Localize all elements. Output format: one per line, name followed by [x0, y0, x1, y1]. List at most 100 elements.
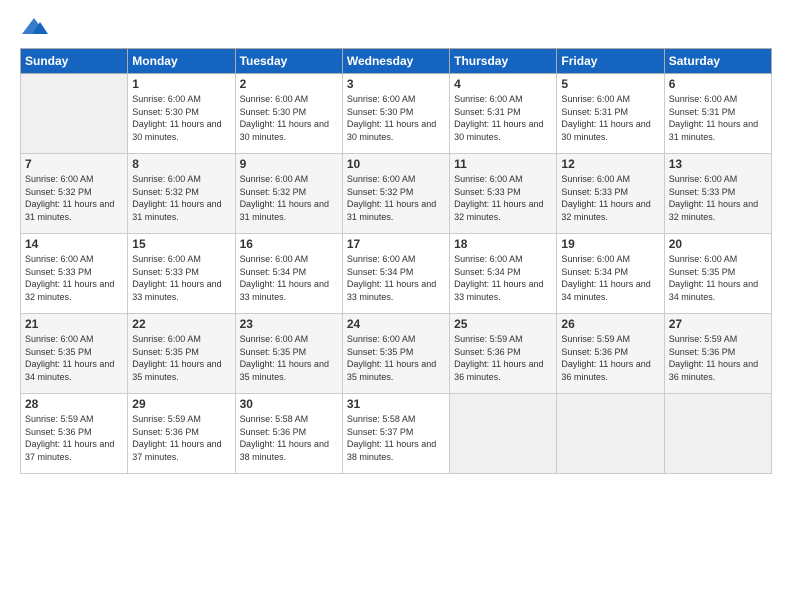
day-info: Sunrise: 5:59 AMSunset: 5:36 PMDaylight:…: [669, 333, 767, 383]
calendar-cell: 3Sunrise: 6:00 AMSunset: 5:30 PMDaylight…: [342, 74, 449, 154]
calendar-cell: 9 Sunrise: 6:00 AMSunset: 5:32 PMDaylight…: [235, 154, 342, 234]
weekday-header-friday: Friday: [557, 49, 664, 74]
day-info: Sunrise: 6:00 AMSunset: 5:31 PMDaylight:…: [561, 93, 659, 143]
calendar-cell: 27 Sunrise: 5:59 AMSunset: 5:36 PMDayligh…: [664, 314, 771, 394]
day-info: Sunrise: 5:59 AMSunset: 5:36 PMDaylight:…: [25, 413, 123, 463]
logo: [20, 16, 52, 38]
day-info: Sunrise: 6:00 AMSunset: 5:30 PMDaylight:…: [347, 93, 445, 143]
day-info: Sunrise: 6:00 AMSunset: 5:33 PMDaylight:…: [669, 173, 767, 223]
day-number: 6: [669, 77, 767, 91]
day-number: 4: [454, 77, 552, 91]
calendar-cell: 6 Sunrise: 6:00 AMSunset: 5:31 PMDaylight…: [664, 74, 771, 154]
day-info: Sunrise: 6:00 AMSunset: 5:31 PMDaylight:…: [669, 93, 767, 143]
calendar-cell: 23 Sunrise: 6:00 AMSunset: 5:35 PMDayligh…: [235, 314, 342, 394]
calendar-cell: 13 Sunrise: 6:00 AMSunset: 5:33 PMDayligh…: [664, 154, 771, 234]
day-info: Sunrise: 6:00 AMSunset: 5:33 PMDaylight:…: [132, 253, 230, 303]
day-info: Sunrise: 6:00 AMSunset: 5:33 PMDaylight:…: [25, 253, 123, 303]
day-number: 25: [454, 317, 552, 331]
day-number: 26: [561, 317, 659, 331]
calendar-cell: 26 Sunrise: 5:59 AMSunset: 5:36 PMDayligh…: [557, 314, 664, 394]
day-number: 31: [347, 397, 445, 411]
weekday-header-tuesday: Tuesday: [235, 49, 342, 74]
calendar-cell: 28Sunrise: 5:59 AMSunset: 5:36 PMDayligh…: [21, 394, 128, 474]
calendar-cell: 21Sunrise: 6:00 AMSunset: 5:35 PMDayligh…: [21, 314, 128, 394]
calendar-cell: [664, 394, 771, 474]
calendar-cell: 8 Sunrise: 6:00 AMSunset: 5:32 PMDaylight…: [128, 154, 235, 234]
day-number: 1: [132, 77, 230, 91]
calendar-cell: 7 Sunrise: 6:00 AMSunset: 5:32 PMDaylight…: [21, 154, 128, 234]
calendar-week-row: 14 Sunrise: 6:00 AMSunset: 5:33 PMDayligh…: [21, 234, 772, 314]
calendar-cell: 18Sunrise: 6:00 AMSunset: 5:34 PMDayligh…: [450, 234, 557, 314]
day-number: 18: [454, 237, 552, 251]
day-info: Sunrise: 6:00 AMSunset: 5:33 PMDaylight:…: [454, 173, 552, 223]
day-number: 15: [132, 237, 230, 251]
day-info: Sunrise: 6:00 AMSunset: 5:35 PMDaylight:…: [25, 333, 123, 383]
day-number: 19: [561, 237, 659, 251]
calendar-week-row: 21Sunrise: 6:00 AMSunset: 5:35 PMDayligh…: [21, 314, 772, 394]
calendar-table: SundayMondayTuesdayWednesdayThursdayFrid…: [20, 48, 772, 474]
day-number: 9: [240, 157, 338, 171]
calendar-cell: 10Sunrise: 6:00 AMSunset: 5:32 PMDayligh…: [342, 154, 449, 234]
calendar-cell: 24Sunrise: 6:00 AMSunset: 5:35 PMDayligh…: [342, 314, 449, 394]
weekday-header-monday: Monday: [128, 49, 235, 74]
logo-icon: [20, 16, 48, 38]
day-number: 8: [132, 157, 230, 171]
page: SundayMondayTuesdayWednesdayThursdayFrid…: [0, 0, 792, 484]
day-info: Sunrise: 5:58 AMSunset: 5:36 PMDaylight:…: [240, 413, 338, 463]
day-info: Sunrise: 6:00 AMSunset: 5:35 PMDaylight:…: [669, 253, 767, 303]
weekday-header-thursday: Thursday: [450, 49, 557, 74]
day-number: 14: [25, 237, 123, 251]
day-info: Sunrise: 6:00 AMSunset: 5:34 PMDaylight:…: [347, 253, 445, 303]
calendar-cell: [21, 74, 128, 154]
header: [20, 16, 772, 38]
calendar-week-row: 28Sunrise: 5:59 AMSunset: 5:36 PMDayligh…: [21, 394, 772, 474]
weekday-header-row: SundayMondayTuesdayWednesdayThursdayFrid…: [21, 49, 772, 74]
calendar-cell: 31 Sunrise: 5:58 AMSunset: 5:37 PMDayligh…: [342, 394, 449, 474]
day-info: Sunrise: 5:59 AMSunset: 5:36 PMDaylight:…: [561, 333, 659, 383]
weekday-header-sunday: Sunday: [21, 49, 128, 74]
day-number: 11: [454, 157, 552, 171]
day-number: 5: [561, 77, 659, 91]
day-info: Sunrise: 6:00 AMSunset: 5:32 PMDaylight:…: [347, 173, 445, 223]
day-info: Sunrise: 6:00 AMSunset: 5:31 PMDaylight:…: [454, 93, 552, 143]
day-info: Sunrise: 6:00 AMSunset: 5:34 PMDaylight:…: [561, 253, 659, 303]
day-info: Sunrise: 5:58 AMSunset: 5:37 PMDaylight:…: [347, 413, 445, 463]
calendar-cell: 30Sunrise: 5:58 AMSunset: 5:36 PMDayligh…: [235, 394, 342, 474]
day-number: 2: [240, 77, 338, 91]
calendar-cell: [557, 394, 664, 474]
calendar-cell: [450, 394, 557, 474]
day-number: 20: [669, 237, 767, 251]
calendar-cell: 2 Sunrise: 6:00 AMSunset: 5:30 PMDaylight…: [235, 74, 342, 154]
calendar-week-row: 1 Sunrise: 6:00 AMSunset: 5:30 PMDaylight…: [21, 74, 772, 154]
day-info: Sunrise: 6:00 AMSunset: 5:32 PMDaylight:…: [25, 173, 123, 223]
calendar-cell: 20 Sunrise: 6:00 AMSunset: 5:35 PMDayligh…: [664, 234, 771, 314]
day-number: 7: [25, 157, 123, 171]
day-info: Sunrise: 6:00 AMSunset: 5:35 PMDaylight:…: [347, 333, 445, 383]
calendar-cell: 12 Sunrise: 6:00 AMSunset: 5:33 PMDayligh…: [557, 154, 664, 234]
day-number: 13: [669, 157, 767, 171]
day-number: 16: [240, 237, 338, 251]
day-info: Sunrise: 6:00 AMSunset: 5:30 PMDaylight:…: [240, 93, 338, 143]
calendar-cell: 25 Sunrise: 5:59 AMSunset: 5:36 PMDayligh…: [450, 314, 557, 394]
day-number: 12: [561, 157, 659, 171]
day-number: 29: [132, 397, 230, 411]
calendar-cell: 15 Sunrise: 6:00 AMSunset: 5:33 PMDayligh…: [128, 234, 235, 314]
day-number: 23: [240, 317, 338, 331]
day-info: Sunrise: 6:00 AMSunset: 5:32 PMDaylight:…: [132, 173, 230, 223]
day-info: Sunrise: 6:00 AMSunset: 5:30 PMDaylight:…: [132, 93, 230, 143]
calendar-cell: 14 Sunrise: 6:00 AMSunset: 5:33 PMDayligh…: [21, 234, 128, 314]
day-info: Sunrise: 6:00 AMSunset: 5:35 PMDaylight:…: [240, 333, 338, 383]
calendar-cell: 29Sunrise: 5:59 AMSunset: 5:36 PMDayligh…: [128, 394, 235, 474]
calendar-cell: 22Sunrise: 6:00 AMSunset: 5:35 PMDayligh…: [128, 314, 235, 394]
weekday-header-wednesday: Wednesday: [342, 49, 449, 74]
day-info: Sunrise: 5:59 AMSunset: 5:36 PMDaylight:…: [454, 333, 552, 383]
calendar-cell: 17 Sunrise: 6:00 AMSunset: 5:34 PMDayligh…: [342, 234, 449, 314]
calendar-cell: 11 Sunrise: 6:00 AMSunset: 5:33 PMDayligh…: [450, 154, 557, 234]
calendar-cell: 16Sunrise: 6:00 AMSunset: 5:34 PMDayligh…: [235, 234, 342, 314]
weekday-header-saturday: Saturday: [664, 49, 771, 74]
day-number: 22: [132, 317, 230, 331]
day-number: 17: [347, 237, 445, 251]
day-number: 27: [669, 317, 767, 331]
day-info: Sunrise: 6:00 AMSunset: 5:32 PMDaylight:…: [240, 173, 338, 223]
day-info: Sunrise: 6:00 AMSunset: 5:33 PMDaylight:…: [561, 173, 659, 223]
